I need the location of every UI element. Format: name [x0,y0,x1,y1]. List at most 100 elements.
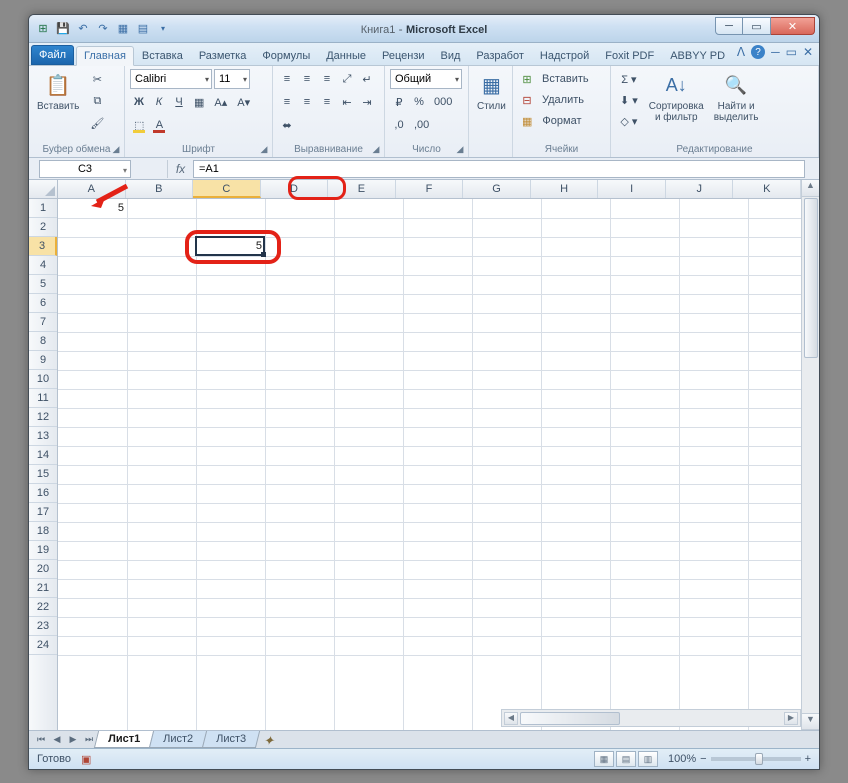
tab-file[interactable]: Файл [31,45,74,65]
fx-button[interactable]: fx [167,160,193,178]
currency-button[interactable]: ₽ [390,92,408,112]
row-header[interactable]: 11 [29,389,57,408]
format-painter-button[interactable]: 🖌 [86,113,108,133]
sheet-tab[interactable]: Лист3 [202,731,260,748]
help-icon[interactable]: ? [751,45,765,59]
indent-inc-button[interactable]: ⇥ [358,92,376,112]
border-button[interactable]: ▦ [190,92,208,112]
col-header[interactable]: B [126,180,194,198]
row-header[interactable]: 12 [29,408,57,427]
first-sheet-button[interactable]: ⏮ [33,734,49,745]
font-size-combo[interactable]: 11 [214,69,250,89]
vertical-scrollbar[interactable]: ▲ ▼ [801,180,819,730]
scroll-thumb[interactable] [804,198,818,358]
zoom-slider[interactable] [711,757,801,761]
qat-icon[interactable]: ▦ [115,21,131,37]
qat-icon[interactable]: ▤ [135,21,151,37]
row-header[interactable]: 2 [29,218,57,237]
tab-abbyy[interactable]: ABBYY PD [662,46,733,65]
pagebreak-view-button[interactable]: ▥ [638,751,658,767]
tab-dev[interactable]: Разработ [468,46,531,65]
row-header[interactable]: 17 [29,503,57,522]
shrink-font-button[interactable]: A▾ [233,92,254,112]
scroll-up-icon[interactable]: ▲ [802,180,819,197]
sheet-tab[interactable]: Лист2 [149,731,207,748]
undo-icon[interactable]: ↶ [75,21,91,37]
row-header[interactable]: 6 [29,294,57,313]
layout-view-button[interactable]: ▤ [616,751,636,767]
col-header[interactable]: E [328,180,396,198]
normal-view-button[interactable]: ▦ [594,751,614,767]
autosum-button[interactable]: Σ ▾ [616,69,642,89]
dialog-launcher-icon[interactable]: ◢ [370,143,382,155]
row-header[interactable]: 15 [29,465,57,484]
row-header[interactable]: 13 [29,427,57,446]
bold-button[interactable]: Ж [130,92,148,112]
fill-button[interactable]: ⬇ ▾ [616,90,642,110]
row-header[interactable]: 4 [29,256,57,275]
save-icon[interactable]: 💾 [55,21,71,37]
tab-data[interactable]: Данные [318,46,374,65]
min-ribbon-icon[interactable]: ᐱ [737,45,745,59]
col-header[interactable]: J [666,180,734,198]
tab-view[interactable]: Вид [433,46,469,65]
col-header[interactable]: H [531,180,599,198]
align-left-button[interactable]: ≡ [278,92,296,112]
delete-button[interactable]: Удалить [538,90,588,110]
horizontal-scrollbar[interactable]: ◀ ▶ [501,709,801,727]
row-header[interactable]: 1 [29,199,57,218]
row-header[interactable]: 10 [29,370,57,389]
row-header[interactable]: 24 [29,636,57,655]
tab-home[interactable]: Главная [76,46,134,66]
underline-button[interactable]: Ч [170,92,188,112]
cut-button[interactable]: ✂ [86,69,108,89]
row-header[interactable]: 14 [29,446,57,465]
clear-button[interactable]: ◇ ▾ [616,111,642,131]
dialog-launcher-icon[interactable]: ◢ [258,143,270,155]
prev-sheet-button[interactable]: ◀ [49,734,65,745]
font-family-combo[interactable]: Calibri [130,69,212,89]
new-sheet-button[interactable]: ✦ [258,733,281,747]
percent-button[interactable]: % [410,92,428,112]
paste-button[interactable]: 📋 Вставить [34,69,82,114]
zoom-in-button[interactable]: + [805,753,811,765]
format-button[interactable]: Формат [538,111,585,131]
qat-dd-icon[interactable]: ▾ [155,21,171,37]
fill-color-button[interactable]: ⬚ [130,115,148,135]
tab-addins[interactable]: Надстрой [532,46,597,65]
redo-icon[interactable]: ↷ [95,21,111,37]
row-header[interactable]: 9 [29,351,57,370]
insert-button[interactable]: Вставить [538,69,593,89]
tab-foxit[interactable]: Foxit PDF [597,46,662,65]
indent-dec-button[interactable]: ⇤ [338,92,356,112]
row-header[interactable]: 20 [29,560,57,579]
col-header[interactable]: K [733,180,801,198]
cells-area[interactable]: 5 5 [58,199,801,730]
mdi-min-icon[interactable]: ─ [771,45,780,59]
tab-layout[interactable]: Разметка [191,46,255,65]
col-header[interactable]: A [58,180,126,198]
row-header[interactable]: 3 [29,237,57,256]
scroll-down-icon[interactable]: ▼ [802,713,819,730]
merge-button[interactable]: ⬌ [278,115,296,135]
row-header[interactable]: 22 [29,598,57,617]
col-header[interactable]: C [193,180,261,198]
align-top-button[interactable]: ≡ [278,69,296,89]
mdi-restore-icon[interactable]: ▭ [786,45,797,59]
inc-decimal-button[interactable]: ,0 [390,115,408,135]
row-header[interactable]: 7 [29,313,57,332]
dialog-launcher-icon[interactable]: ◢ [454,143,466,155]
row-header[interactable]: 19 [29,541,57,560]
row-header[interactable]: 18 [29,522,57,541]
align-mid-button[interactable]: ≡ [298,69,316,89]
italic-button[interactable]: К [150,92,168,112]
wrap-button[interactable]: ↵ [358,69,376,89]
col-header[interactable]: F [396,180,464,198]
mdi-close-icon[interactable]: ✕ [803,45,813,59]
row-header[interactable]: 23 [29,617,57,636]
sheet-tab[interactable]: Лист1 [94,731,154,748]
copy-button[interactable]: ⧉ [86,91,108,111]
col-header[interactable]: D [261,180,329,198]
tab-formulas[interactable]: Формулы [254,46,318,65]
formula-input[interactable]: =A1 [193,160,805,178]
